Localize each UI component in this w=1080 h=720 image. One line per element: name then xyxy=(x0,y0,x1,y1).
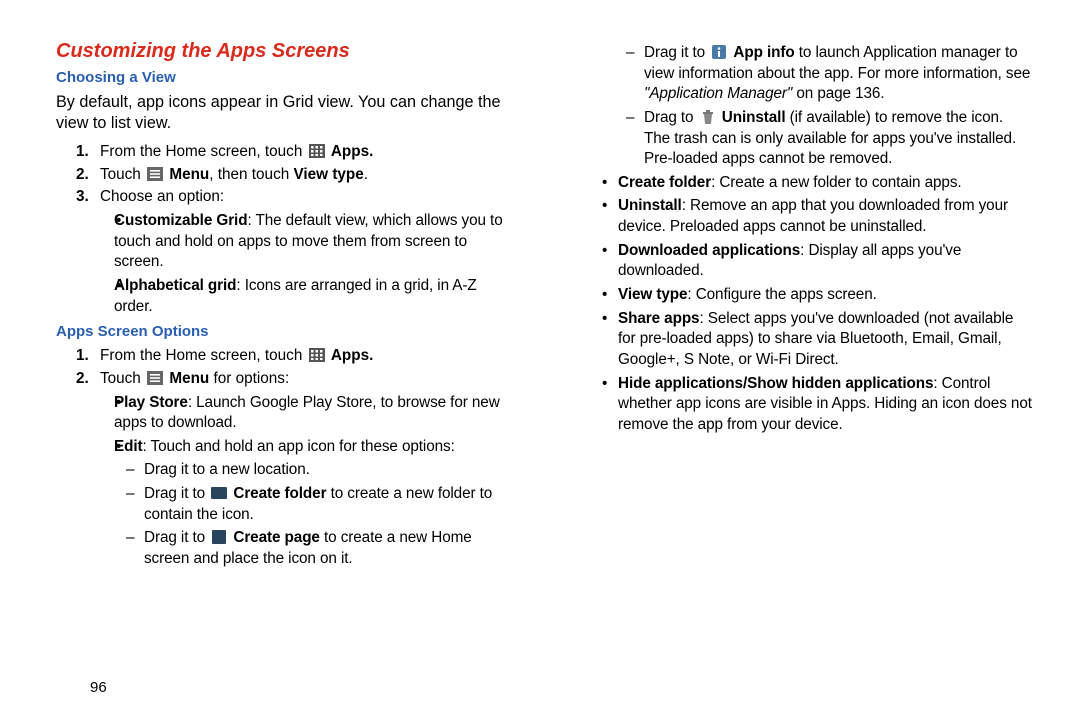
step-1: 1. From the Home screen, touch Apps. xyxy=(56,346,514,367)
step-text: From the Home screen, touch xyxy=(100,347,307,364)
label: Downloaded applications xyxy=(618,242,800,259)
label: Alphabetical grid xyxy=(114,277,236,294)
opt-hide-show: Hide applications/Show hidden applicatio… xyxy=(586,374,1032,436)
desc: : Configure the apps screen. xyxy=(687,286,876,303)
menu-icon xyxy=(147,371,163,385)
t: on page 136. xyxy=(792,85,884,102)
step-3: 3. Choose an option: Customizable Grid: … xyxy=(56,187,514,317)
step-1: 1. From the Home screen, touch Apps. xyxy=(56,142,514,163)
right-column: Drag it to App info to launch Applicatio… xyxy=(574,40,1032,669)
page: Customizing the Apps Screens Choosing a … xyxy=(0,0,1080,720)
menu-options-cont: Create folder: Create a new folder to co… xyxy=(586,173,1032,436)
page-number: 96 xyxy=(90,679,1032,696)
opt-edit: Edit: Touch and hold an app icon for the… xyxy=(100,437,514,570)
step-text: Touch xyxy=(100,370,145,387)
desc: : Create a new folder to contain apps. xyxy=(711,174,961,191)
view-type-label: View type xyxy=(293,166,363,183)
page-icon xyxy=(211,530,227,544)
step-text: , then touch xyxy=(209,166,293,183)
step-text: Choose an option: xyxy=(100,188,224,205)
menu-label: Menu xyxy=(169,166,209,183)
intro-paragraph: By default, app icons appear in Grid vie… xyxy=(56,92,514,134)
edit-sublist-cont: Drag it to App info to launch Applicatio… xyxy=(614,43,1032,170)
subheading-choosing-view: Choosing a View xyxy=(56,69,514,86)
label: Create page xyxy=(233,529,319,546)
subheading-apps-screen-options: Apps Screen Options xyxy=(56,323,514,340)
label: View type xyxy=(618,286,687,303)
label: Hide applications/Show hidden applicatio… xyxy=(618,375,933,392)
apps-label: Apps. xyxy=(331,143,374,160)
label: Play Store xyxy=(114,394,188,411)
opt-create-folder: Create folder: Create a new folder to co… xyxy=(586,173,1032,194)
option-alpha-grid: Alphabetical grid: Icons are arranged in… xyxy=(100,276,514,317)
drag-create-folder: Drag it to Create folder to create a new… xyxy=(114,484,514,525)
label: Edit xyxy=(114,438,143,455)
opt-view-type: View type: Configure the apps screen. xyxy=(586,285,1032,306)
menu-options-list: Play Store: Launch Google Play Store, to… xyxy=(100,393,514,570)
apps-label: Apps. xyxy=(331,347,374,364)
opt-play-store: Play Store: Launch Google Play Store, to… xyxy=(100,393,514,434)
step-text: . xyxy=(364,166,368,183)
steps-apps-options: 1. From the Home screen, touch Apps. 2. … xyxy=(56,346,514,569)
label: Create folder xyxy=(233,485,326,502)
edit-sublist: Drag it to a new location. Drag it to Cr… xyxy=(114,460,514,569)
apps-grid-icon xyxy=(309,348,325,362)
folder-icon xyxy=(211,486,227,500)
desc: : Touch and hold an app icon for these o… xyxy=(143,438,455,455)
label: Create folder xyxy=(618,174,711,191)
step-text: Touch xyxy=(100,166,145,183)
label: Uninstall xyxy=(618,197,682,214)
info-icon xyxy=(711,45,727,59)
option-list: Customizable Grid: The default view, whi… xyxy=(100,211,514,317)
step-text: From the Home screen, touch xyxy=(100,143,307,160)
step-text: for options: xyxy=(209,370,289,387)
label: Customizable Grid xyxy=(114,212,247,229)
t: Drag it to xyxy=(144,529,209,546)
steps-choosing-view: 1. From the Home screen, touch Apps. 2. … xyxy=(56,142,514,317)
label: Share apps xyxy=(618,310,699,327)
drag-app-info: Drag it to App info to launch Applicatio… xyxy=(614,43,1032,105)
t: Drag to xyxy=(644,109,698,126)
step-2: 2. Touch Menu, then touch View type. xyxy=(56,165,514,186)
t: Drag it to xyxy=(144,485,209,502)
drag-uninstall: Drag to Uninstall (if available) to remo… xyxy=(614,108,1032,170)
menu-label: Menu xyxy=(169,370,209,387)
trash-icon xyxy=(700,110,716,124)
left-column: Customizing the Apps Screens Choosing a … xyxy=(56,40,514,669)
menu-icon xyxy=(147,167,163,181)
two-columns: Customizing the Apps Screens Choosing a … xyxy=(56,40,1032,669)
option-customizable-grid: Customizable Grid: The default view, whi… xyxy=(100,211,514,273)
opt-uninstall: Uninstall: Remove an app that you downlo… xyxy=(586,196,1032,237)
section-heading: Customizing the Apps Screens xyxy=(56,40,514,63)
opt-share-apps: Share apps: Select apps you've downloade… xyxy=(586,309,1032,371)
label: Uninstall xyxy=(722,109,786,126)
ref: "Application Manager" xyxy=(644,85,792,102)
opt-downloaded: Downloaded applications: Display all app… xyxy=(586,241,1032,282)
label: App info xyxy=(733,44,794,61)
apps-grid-icon xyxy=(309,144,325,158)
t: Drag it to xyxy=(644,44,709,61)
step-2: 2. Touch Menu for options: Play Store: L… xyxy=(56,369,514,570)
drag-create-page: Drag it to Create page to create a new H… xyxy=(114,528,514,569)
drag-new-location: Drag it to a new location. xyxy=(114,460,514,481)
